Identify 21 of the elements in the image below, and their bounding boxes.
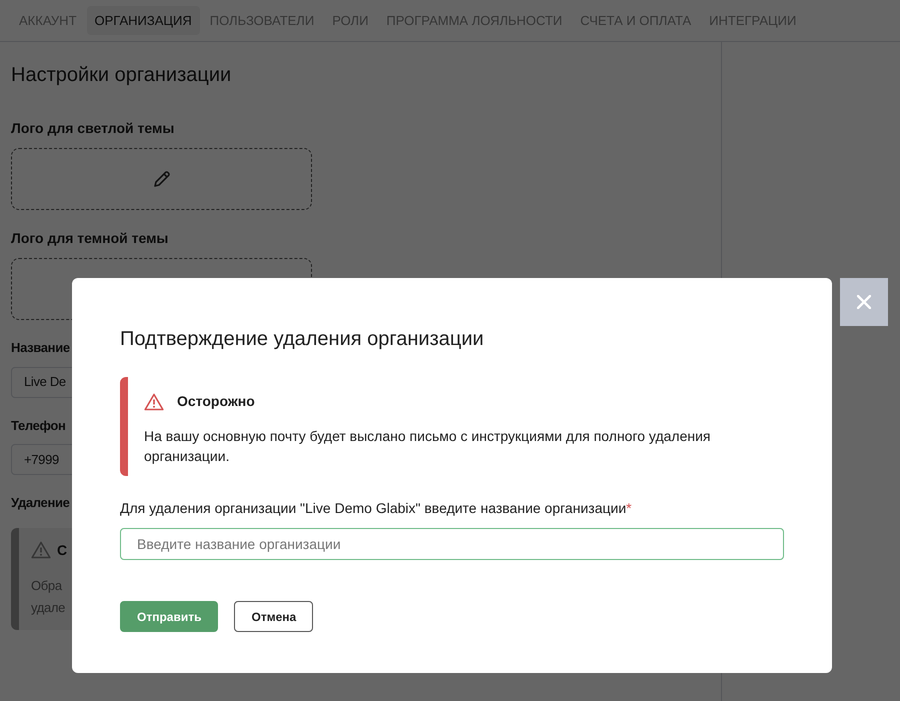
page-title: Настройки организации	[11, 63, 232, 88]
alert-text: На вашу основную почту будет выслано письмо с инструкциями для полного удаления организации.	[144, 427, 712, 466]
close-button[interactable]	[840, 278, 888, 326]
field-label: Для удаления организации "Live Demo Glabix" введите название организации*	[120, 499, 633, 518]
section-title: Удаление	[11, 494, 70, 512]
warning-icon	[144, 392, 164, 410]
submit-button[interactable]: Отправить	[120, 601, 218, 632]
warning-icon	[31, 541, 51, 559]
field-label: Лого для темной темы	[11, 229, 170, 248]
alert-title: Осторожно	[177, 392, 255, 411]
notice-title: С	[57, 540, 68, 560]
cancel-button[interactable]: Отмена	[234, 601, 314, 632]
field-label: Название	[11, 339, 70, 357]
close-icon	[857, 295, 871, 309]
organization-name-input[interactable]: Введите название организации	[120, 528, 784, 560]
field-label: Лого для светлой темы	[11, 119, 176, 138]
pencil-icon	[152, 169, 172, 189]
dialog-title: Подтверждение удаления организации	[120, 327, 485, 352]
field-label: Телефон	[11, 416, 66, 435]
tab[interactable]: ОРГАНИЗАЦИЯ	[86, 6, 200, 35]
logo-upload-area[interactable]	[11, 148, 312, 210]
